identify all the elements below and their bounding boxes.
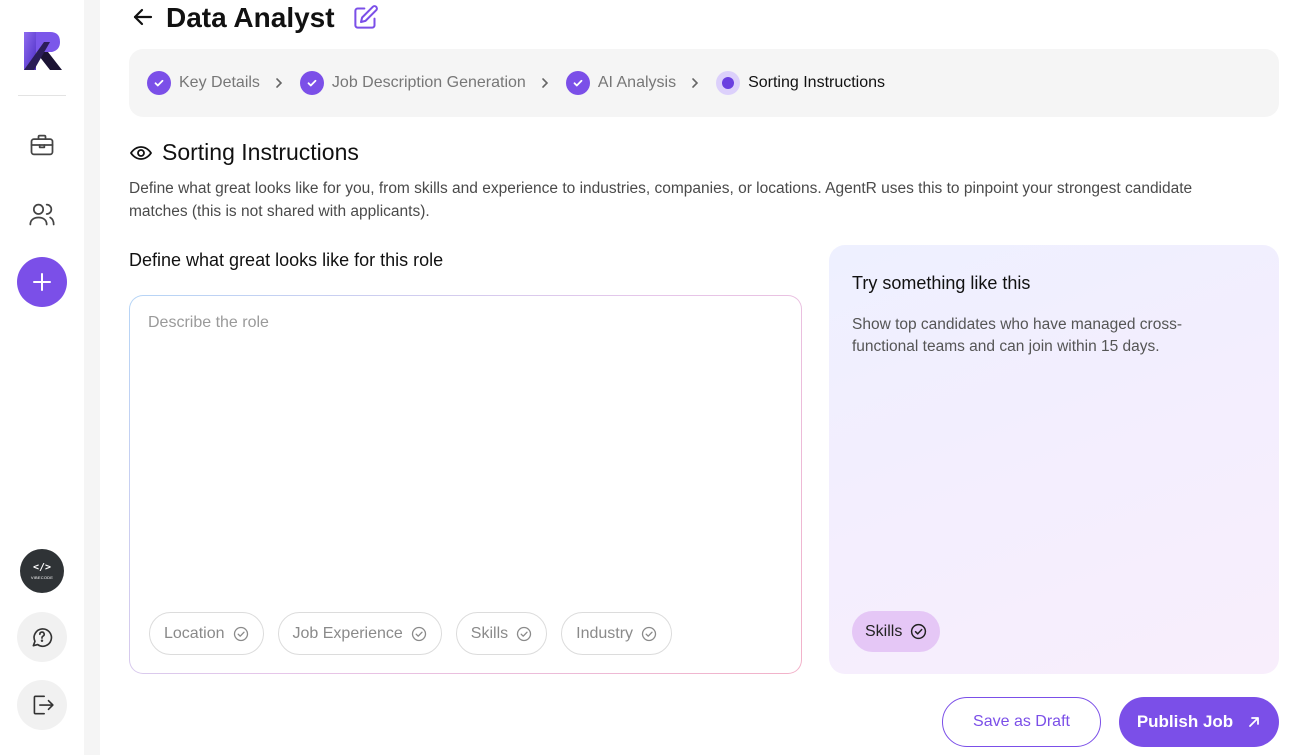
sidebar-gutter [84, 0, 100, 755]
sidebar: </> VIBECODE [0, 0, 84, 755]
check-circle-icon [233, 626, 248, 641]
step-label: Key Details [179, 74, 260, 91]
chevron-right-icon [540, 77, 550, 89]
help-chat-icon [32, 628, 53, 648]
step-job-description-generation[interactable]: Job Description Generation [299, 71, 526, 95]
section-description: Define what great looks like for you, fr… [129, 180, 1193, 220]
step-key-details[interactable]: Key Details [147, 71, 260, 95]
check-circle-icon [411, 626, 426, 641]
chip-job-experience[interactable]: Job Experience [277, 612, 442, 655]
sidebar-divider [18, 95, 66, 96]
check-icon [147, 71, 171, 95]
users-icon[interactable] [24, 196, 60, 232]
help-chat-button[interactable] [17, 612, 67, 662]
chip-label: Industry [576, 624, 634, 642]
criteria-chips: Location Job Experience Skills Industry [149, 612, 673, 655]
step-ai-analysis[interactable]: AI Analysis [565, 71, 677, 95]
save-draft-button[interactable]: Save as Draft [942, 697, 1101, 747]
briefcase-icon[interactable] [24, 127, 60, 163]
check-icon [565, 71, 590, 95]
chevron-right-icon [274, 77, 284, 89]
publish-label: Publish Job [1136, 712, 1234, 731]
check-circle-icon [641, 626, 657, 641]
step-label: AI Analysis [597, 74, 677, 91]
logout-icon [33, 695, 54, 715]
chip-skills[interactable]: Skills [455, 612, 548, 655]
vibecode-text: VIBECODE [30, 574, 54, 580]
page-title: Data Analyst [166, 2, 335, 33]
step-label: Job Description Generation [331, 74, 526, 91]
chevron-right-icon [690, 77, 700, 89]
suggestion-text: Show top candidates who have managed cro… [852, 316, 1183, 355]
publish-job-button[interactable]: Publish Job [1119, 697, 1279, 747]
vibecode-glyph: </> [32, 561, 52, 573]
check-icon [299, 71, 324, 95]
chip-label: Job Experience [292, 624, 403, 642]
step-sorting-instructions[interactable]: Sorting Instructions [716, 71, 885, 95]
edit-title-icon[interactable] [352, 4, 379, 31]
section-title: Sorting Instructions [162, 139, 359, 165]
logout-button[interactable] [17, 680, 67, 730]
suggestion-panel: Try something like this Show top candida… [829, 245, 1279, 674]
current-step-dot-icon [716, 71, 741, 95]
progress-stepper: Key Details Job Description Generation A… [129, 49, 1279, 117]
field-label: Define what great looks like for this ro… [129, 250, 444, 270]
role-description-input[interactable] [148, 314, 778, 594]
chip-label: Skills [865, 622, 903, 640]
suggestion-title: Try something like this [852, 273, 1031, 293]
add-job-button[interactable] [17, 257, 67, 307]
chip-location[interactable]: Location [149, 612, 264, 655]
app-logo[interactable] [20, 30, 64, 74]
chip-industry[interactable]: Industry [561, 612, 673, 655]
arrow-up-right-icon [1249, 717, 1260, 727]
plus-icon [33, 273, 51, 291]
suggestion-chip-skills[interactable]: Skills [852, 611, 941, 652]
role-description-box: Location Job Experience Skills Industry [129, 295, 802, 674]
step-label: Sorting Instructions [748, 74, 886, 91]
chip-label: Location [164, 624, 225, 642]
back-arrow-icon[interactable] [131, 5, 155, 29]
check-circle-icon [516, 626, 532, 641]
eye-icon [129, 141, 153, 165]
chip-label: Skills [470, 624, 509, 642]
check-circle-icon [911, 623, 927, 640]
vibecode-badge[interactable]: </> VIBECODE [20, 549, 64, 593]
